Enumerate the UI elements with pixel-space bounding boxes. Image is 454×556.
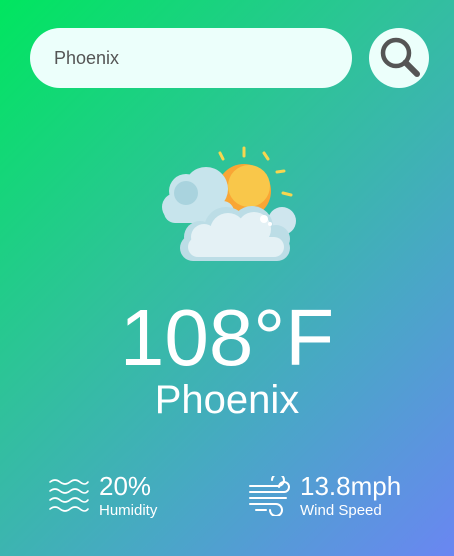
city-name: Phoenix xyxy=(154,378,300,422)
search-bar xyxy=(30,28,430,88)
search-input[interactable] xyxy=(30,28,352,88)
wind-icon xyxy=(249,476,290,516)
partly-cloudy-icon xyxy=(162,146,296,261)
humidity-label: Humidity xyxy=(99,502,158,519)
search-icon xyxy=(380,37,420,77)
wind-label: Wind Speed xyxy=(300,502,382,519)
search-button[interactable] xyxy=(369,28,429,88)
humidity-icon xyxy=(49,479,89,512)
weather-card: 108°F Phoenix 20% Humidity 13.8mph Wind … xyxy=(0,0,454,556)
humidity-value: 20% xyxy=(99,471,152,501)
wind-value: 13.8mph xyxy=(300,471,402,501)
temperature: 108°F xyxy=(119,293,335,382)
